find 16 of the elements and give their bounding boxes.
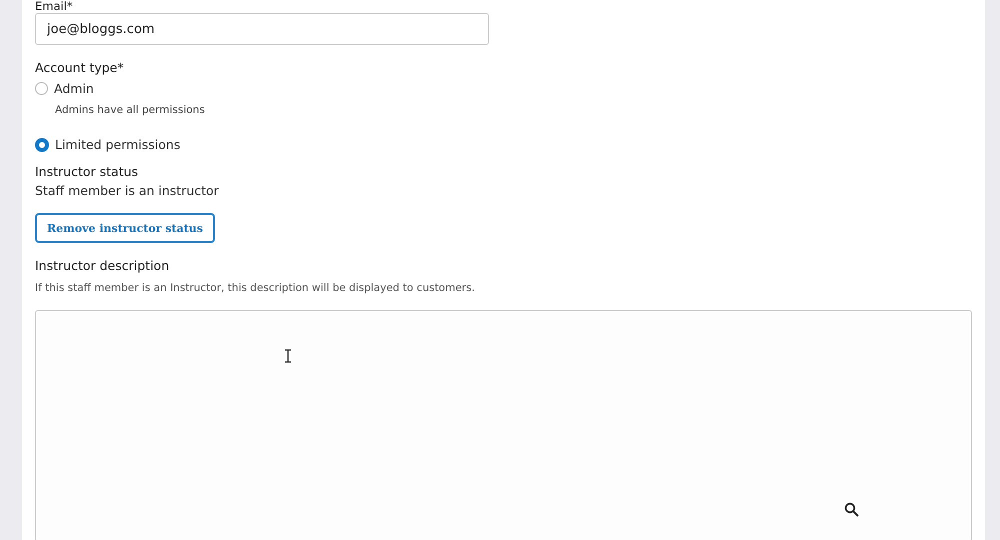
section-heading: Instructor status	[35, 165, 140, 178]
search-icon[interactable]	[844, 502, 860, 518]
remove-instructor-button[interactable]: Remove instructor status	[35, 213, 215, 243]
radio-button[interactable]	[35, 138, 49, 152]
field-label: Instructor description	[35, 259, 170, 272]
field-label: Email*	[35, 0, 74, 12]
status-text: Staff member is an instructor	[35, 183, 220, 198]
help-text: If this staff member is an Instructor, this description will be displayed to customers.	[35, 282, 476, 294]
email-field[interactable]: joe@bloggs.com	[35, 13, 489, 45]
option-label[interactable]: Limited permissions	[55, 137, 180, 152]
text-cursor-icon	[284, 349, 292, 363]
field-label: Account type*	[35, 61, 125, 74]
option-hint: Admins have all permissions	[55, 104, 206, 116]
option-label[interactable]: Admin	[54, 81, 94, 96]
description-field[interactable]	[35, 310, 972, 540]
radio-button[interactable]	[35, 82, 48, 95]
